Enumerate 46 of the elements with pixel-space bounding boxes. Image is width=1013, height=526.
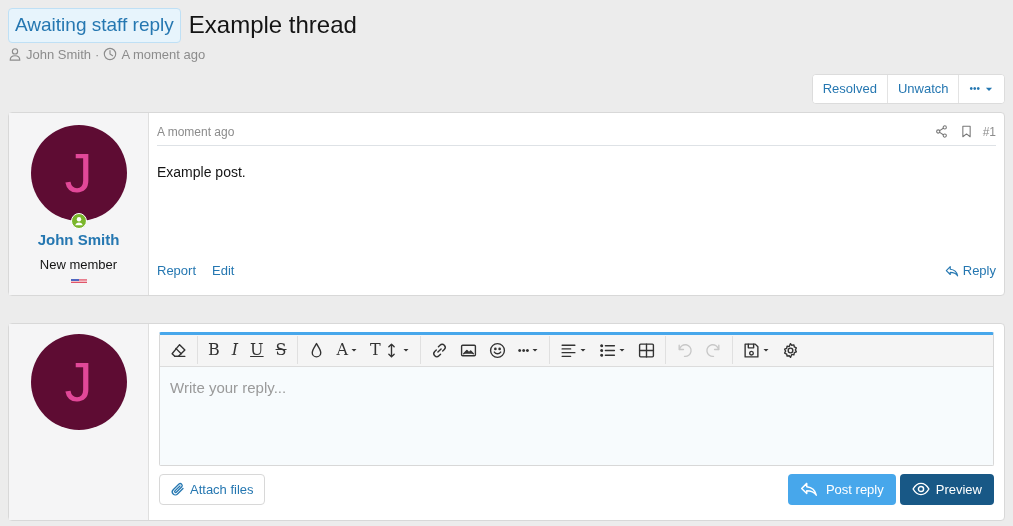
post-number-link[interactable]: #1 xyxy=(982,122,996,141)
separator-dot: · xyxy=(95,45,100,64)
thread-time: A moment ago xyxy=(121,45,206,64)
post-reply-button[interactable]: Post reply xyxy=(787,473,896,505)
thread-prefix-label: Awaiting staff reply xyxy=(8,8,181,43)
post-action-link[interactable]: Edit xyxy=(212,261,235,281)
clock-icon xyxy=(103,47,118,62)
thread-title: Example thread xyxy=(188,10,357,40)
post-time[interactable]: A moment ago xyxy=(157,122,935,141)
post-action-link[interactable]: Report xyxy=(157,261,197,281)
toolbar-button[interactable]: U xyxy=(244,336,270,364)
reply-arrow-icon xyxy=(944,263,959,278)
user-title: New member xyxy=(39,256,118,274)
smiley-icon xyxy=(488,341,506,359)
toolbar-button[interactable]: B xyxy=(202,336,226,364)
username-link[interactable]: John Smith xyxy=(37,228,120,251)
thread-author[interactable]: John Smith xyxy=(26,44,92,64)
redo-icon xyxy=(705,341,723,359)
attach-files-button[interactable]: Attach files xyxy=(159,473,265,505)
post-body: Example post. xyxy=(157,162,247,182)
flag-icon xyxy=(70,278,87,283)
table-icon xyxy=(638,341,656,359)
user-icon xyxy=(8,47,22,62)
toolbar-button[interactable]: S xyxy=(269,336,293,364)
link-icon xyxy=(430,341,448,359)
image-icon xyxy=(459,341,477,359)
align-left-icon xyxy=(560,341,578,359)
settings-icon xyxy=(782,341,800,359)
toolbar-button[interactable]: I xyxy=(225,336,245,364)
thread-action-button[interactable]: Resolved xyxy=(812,75,888,103)
reply-link[interactable]: Reply xyxy=(944,261,996,281)
toolbar-button[interactable]: ••• xyxy=(511,336,546,364)
paperclip-icon xyxy=(170,481,186,498)
share-icon[interactable] xyxy=(934,125,948,138)
preview-button[interactable]: Preview xyxy=(899,473,994,505)
bookmark-icon[interactable] xyxy=(959,125,973,138)
reply-arrow-icon xyxy=(799,480,818,499)
toolbar-button[interactable]: A xyxy=(330,336,365,364)
eraser-icon xyxy=(170,341,187,359)
reply-text-area[interactable]: Write your reply... xyxy=(160,366,993,465)
undo-icon xyxy=(676,341,694,359)
avatar: J xyxy=(30,333,127,430)
bulleted-list-icon xyxy=(599,341,617,359)
save-icon xyxy=(743,341,761,359)
toolbar-button[interactable]: T xyxy=(364,336,416,364)
avatar: J xyxy=(30,124,127,221)
